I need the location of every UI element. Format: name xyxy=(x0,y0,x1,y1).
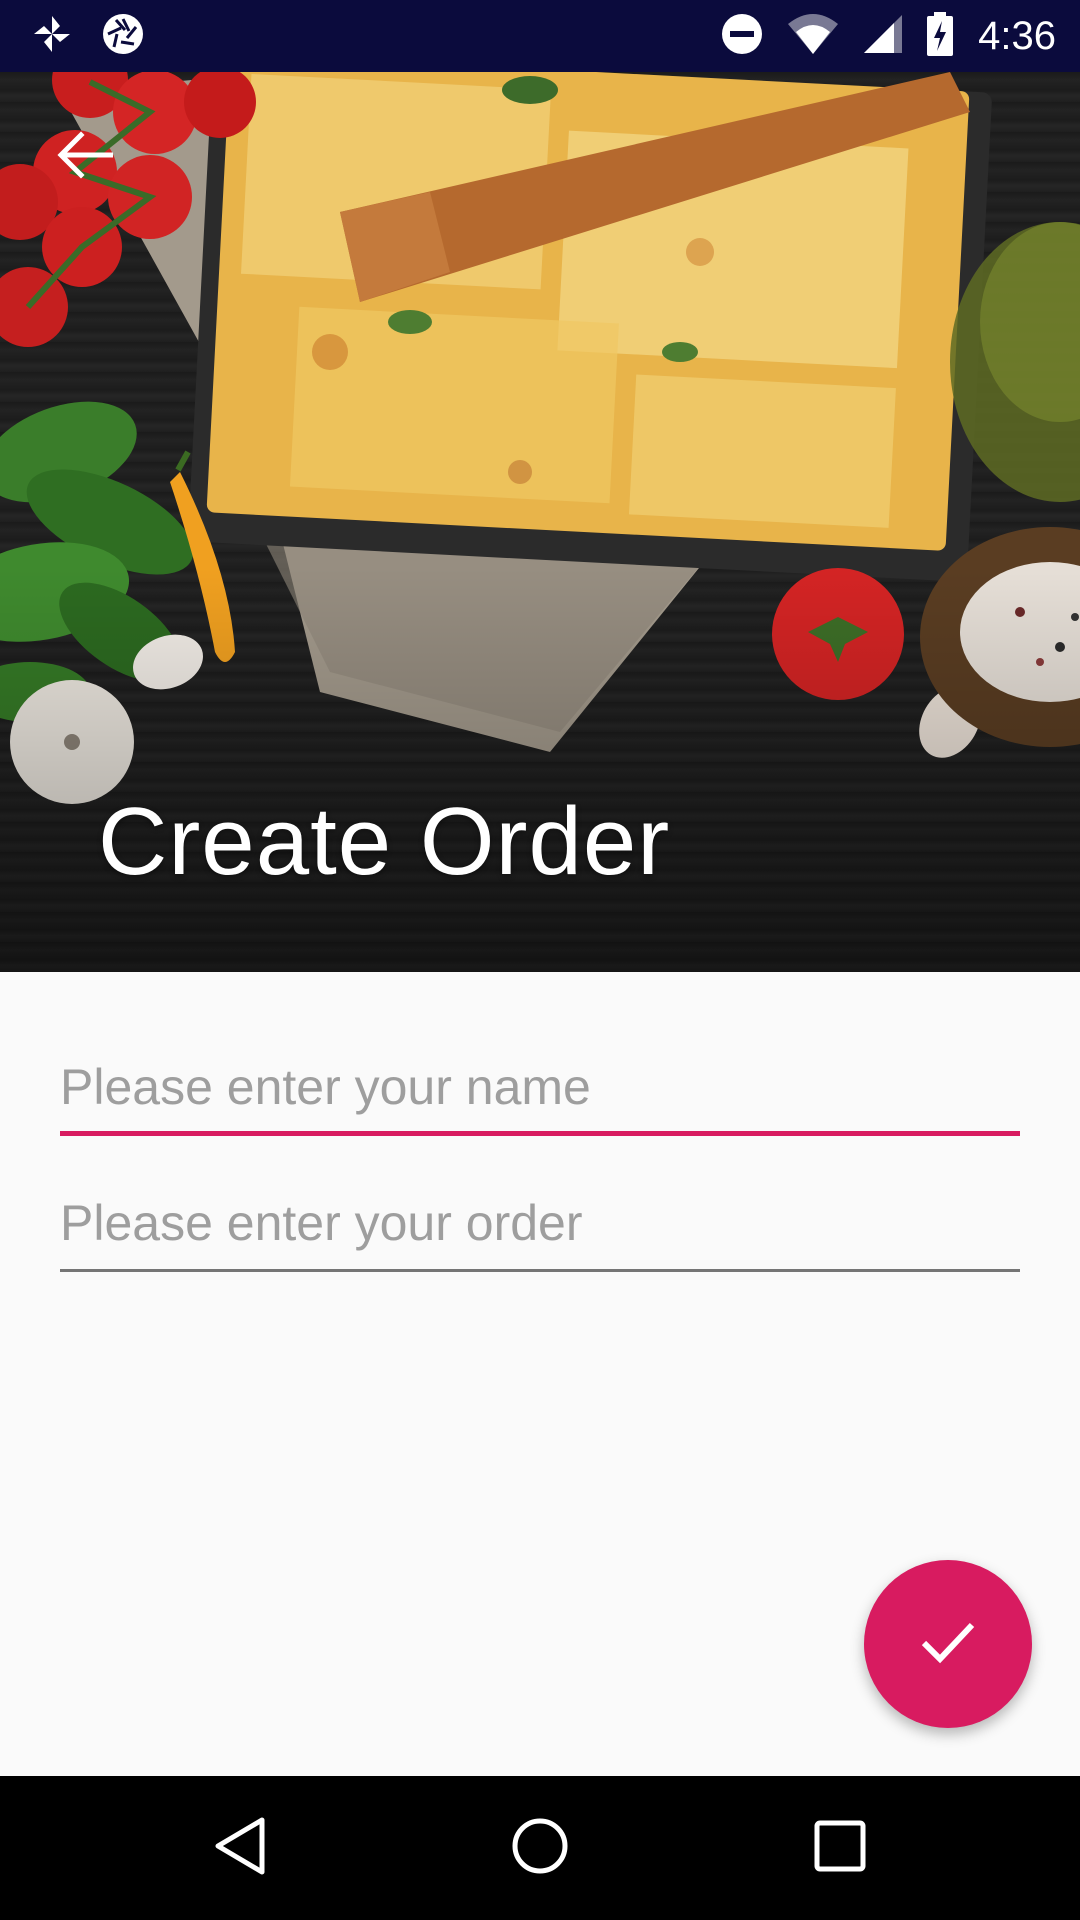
name-field-container xyxy=(60,1040,1020,1136)
wifi-icon xyxy=(786,12,840,61)
submit-order-button[interactable] xyxy=(864,1560,1032,1728)
cellular-signal-icon xyxy=(862,13,904,60)
order-field-underline xyxy=(60,1269,1020,1272)
navigation-bar xyxy=(0,1776,1080,1920)
aperture-icon xyxy=(100,11,146,62)
nav-home-button[interactable] xyxy=(490,1798,590,1898)
status-right-icons: 4:36 xyxy=(698,0,1056,72)
arrow-back-icon xyxy=(57,130,114,184)
order-form xyxy=(60,1040,1020,1272)
nav-back-icon xyxy=(212,1816,268,1881)
status-time: 4:36 xyxy=(978,13,1056,58)
nav-home-icon xyxy=(510,1816,570,1881)
back-button[interactable] xyxy=(40,112,130,202)
page-title: Create Order xyxy=(98,788,671,895)
header-image: Create Order xyxy=(0,72,1080,972)
status-bar: 4:36 xyxy=(0,0,1080,72)
order-field[interactable] xyxy=(60,1176,1020,1270)
name-field[interactable] xyxy=(60,1040,1020,1134)
screen: 4:36 Create Order Please enter your name… xyxy=(0,0,1080,1920)
nav-recents-icon xyxy=(813,1819,867,1878)
do-not-disturb-icon xyxy=(720,12,764,61)
nav-recents-button[interactable] xyxy=(790,1798,890,1898)
nav-back-button[interactable] xyxy=(190,1798,290,1898)
order-field-container xyxy=(60,1176,1020,1272)
check-icon xyxy=(918,1617,978,1672)
status-left-icons xyxy=(30,0,172,72)
pinwheel-icon xyxy=(30,12,74,61)
battery-charging-icon xyxy=(926,11,954,62)
name-field-underline xyxy=(60,1131,1020,1136)
